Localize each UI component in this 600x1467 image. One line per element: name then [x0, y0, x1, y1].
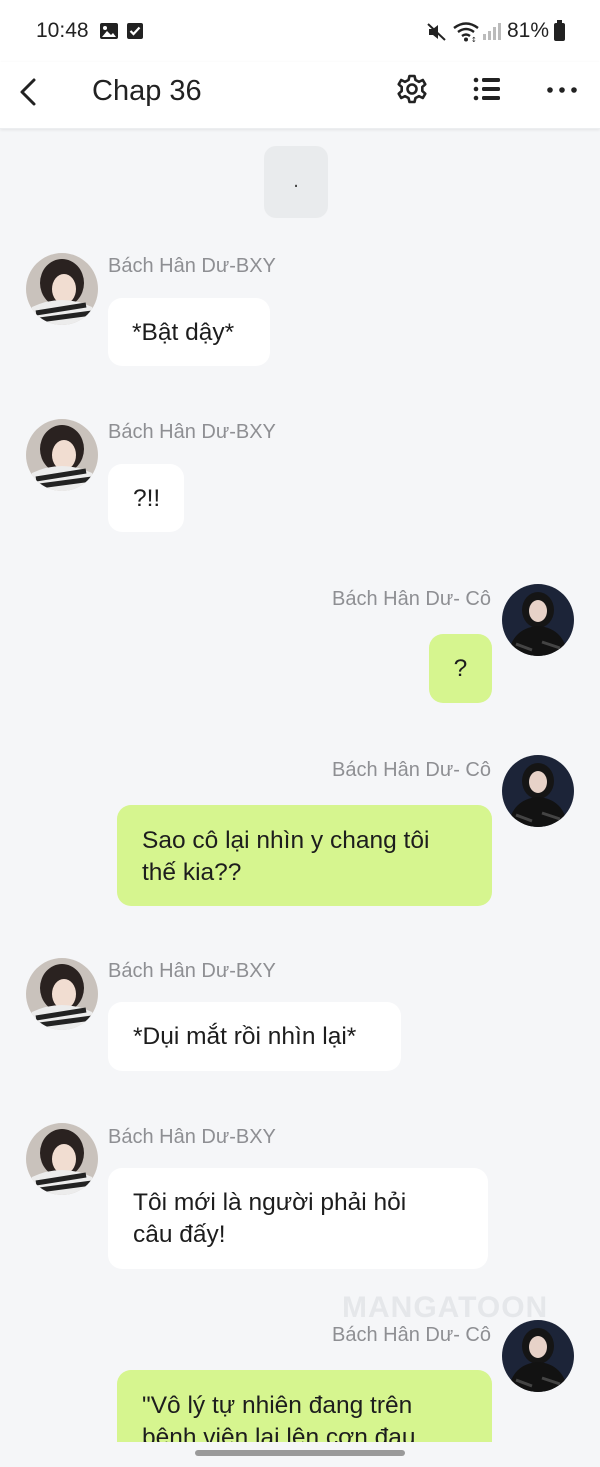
- battery-icon: [553, 20, 566, 47]
- mute-icon: [426, 22, 448, 47]
- more-button[interactable]: [540, 70, 584, 114]
- page-title: Chap 36: [92, 75, 202, 107]
- sender-name: Bách Hân Dư-BXY: [108, 960, 276, 982]
- avatar-co[interactable]: [502, 755, 574, 827]
- avatar-bxy[interactable]: [26, 958, 98, 1030]
- status-bar: 10:48 ↕ 81%: [0, 0, 600, 62]
- home-indicator[interactable]: [195, 1450, 405, 1456]
- more-icon: [547, 87, 577, 93]
- sender-name: Bách Hân Dư- Cô: [331, 588, 491, 610]
- message-bubble[interactable]: ?!!: [108, 464, 184, 532]
- message-text: *Dụi mắt rồi nhìn lại*: [133, 1023, 357, 1050]
- sender-name: Bách Hân Dư- Cô: [331, 1324, 491, 1346]
- avatar-co[interactable]: [502, 1320, 574, 1392]
- message-bubble[interactable]: *Bật dậy*: [108, 298, 270, 366]
- message-text: *Bật dậy*: [132, 319, 235, 346]
- app-bar: Chap 36: [0, 62, 600, 129]
- svg-text:↕: ↕: [471, 36, 477, 42]
- check-box-icon: [126, 22, 144, 45]
- message-bubble[interactable]: "Vô lý tự nhiên đang trên bệnh viện lại …: [117, 1370, 492, 1442]
- message-text-line: Sao cô lại nhìn y chang tôi: [142, 827, 430, 854]
- message-bubble[interactable]: Tôi mới là người phải hỏi câu đấy!: [108, 1168, 488, 1269]
- avatar-co[interactable]: [502, 584, 574, 656]
- sender-name: Bách Hân Dư-BXY: [108, 1126, 276, 1148]
- settings-button[interactable]: [390, 70, 434, 114]
- message-text-line: "Vô lý tự nhiên đang trên: [142, 1392, 413, 1419]
- message-bubble[interactable]: ?: [429, 634, 492, 703]
- list-icon: [473, 77, 500, 101]
- message-bubble[interactable]: Sao cô lại nhìn y chang tôi thế kia??: [117, 805, 492, 906]
- sender-name: Bách Hân Dư-BXY: [108, 255, 276, 277]
- sender-name: Bách Hân Dư- Cô: [331, 759, 491, 781]
- message-bubble[interactable]: *Dụi mắt rồi nhìn lại*: [108, 1002, 401, 1071]
- signal-icon: [482, 22, 502, 45]
- message-text: ?!!: [133, 485, 161, 512]
- gallery-icon: [99, 22, 119, 45]
- avatar-bxy[interactable]: [26, 419, 98, 491]
- system-message: .: [264, 146, 328, 218]
- system-message-text: .: [293, 170, 299, 192]
- chat-area[interactable]: . Bách Hân Dư-BXY *Bật dậy* Bách Hân Dư-…: [0, 128, 600, 1442]
- message-text-line: bệnh viện lại lên cơn đau: [142, 1424, 416, 1442]
- message-text-line: câu đấy!: [133, 1221, 226, 1248]
- chapter-list-button[interactable]: [465, 70, 509, 114]
- back-button[interactable]: [14, 72, 44, 112]
- message-text-line: thế kia??: [142, 859, 242, 886]
- avatar-bxy[interactable]: [26, 253, 98, 325]
- back-icon: [20, 78, 36, 106]
- wifi-icon: ↕: [453, 22, 479, 47]
- sender-name: Bách Hân Dư-BXY: [108, 421, 276, 443]
- avatar-bxy[interactable]: [26, 1123, 98, 1195]
- battery-percent: 81%: [507, 19, 550, 42]
- settings-icon: [397, 74, 427, 104]
- status-time: 10:48: [36, 19, 89, 42]
- message-text: ?: [453, 655, 468, 682]
- watermark: MANGATOON: [342, 1291, 549, 1324]
- message-text-line: Tôi mới là người phải hỏi: [133, 1189, 407, 1216]
